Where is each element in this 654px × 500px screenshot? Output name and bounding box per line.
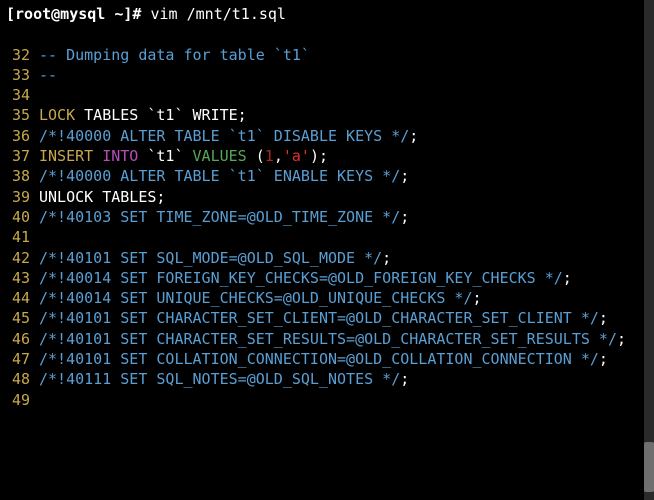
line-content: /*!40101 SET COLLATION_CONNECTION=@OLD_C…	[30, 349, 638, 369]
blank-row	[4, 24, 654, 44]
line-content: -- Dumping data for table `t1`	[30, 45, 638, 65]
line-number: 43	[4, 268, 30, 288]
line-number: 36	[4, 126, 30, 146]
line-content: /*!40014 SET FOREIGN_KEY_CHECKS=@OLD_FOR…	[30, 268, 638, 288]
syntax-token: 1	[265, 147, 274, 165]
syntax-token: INTO	[102, 147, 138, 165]
code-line: 38/*!40000 ALTER TABLE `t1` ENABLE KEYS …	[4, 166, 654, 186]
prompt-prefix: [root@mysql ~]#	[6, 5, 151, 23]
syntax-token: );	[310, 147, 328, 165]
syntax-token: -- Dumping data for table `t1`	[39, 46, 310, 64]
line-number: 39	[4, 187, 30, 207]
syntax-token: /*!40101 SET SQL_MODE=@OLD_SQL_MODE */	[39, 249, 382, 267]
code-line: 39 UNLOCK TABLES;	[4, 187, 654, 207]
syntax-token: ;	[400, 167, 409, 185]
code-line: 32 -- Dumping data for table `t1`	[4, 45, 654, 65]
syntax-token: /*!40111 SET SQL_NOTES=@OLD_SQL_NOTES */	[39, 370, 400, 388]
scrollbar-thumb[interactable]	[644, 442, 654, 492]
syntax-token: /*!40014 SET UNIQUE_CHECKS=@OLD_UNIQUE_C…	[39, 289, 472, 307]
syntax-token: /*!40000 ALTER TABLE `t1` DISABLE KEYS *…	[39, 127, 409, 145]
line-number: 34	[4, 85, 30, 105]
syntax-token: UNLOCK TABLES;	[39, 188, 165, 206]
syntax-token: VALUES	[193, 147, 247, 165]
code-line: 35LOCK TABLES `t1` WRITE;	[4, 105, 654, 125]
syntax-token: 'a'	[283, 147, 310, 165]
line-number: 46	[4, 329, 30, 349]
syntax-token: /*!40101 SET CHARACTER_SET_RESULTS=@OLD_…	[39, 330, 617, 348]
line-number: 49	[4, 390, 30, 410]
syntax-token	[93, 147, 102, 165]
line-number: 47	[4, 349, 30, 369]
terminal-window[interactable]: [root@mysql ~]# vim /mnt/t1.sql 32 -- Dum…	[0, 0, 654, 500]
line-number: 42	[4, 248, 30, 268]
line-number: 45	[4, 308, 30, 328]
line-content: /*!40101 SET CHARACTER_SET_CLIENT=@OLD_C…	[30, 308, 638, 328]
syntax-token: `t1`	[138, 147, 192, 165]
line-content: INSERT INTO `t1` VALUES (1,'a');	[30, 146, 638, 166]
line-content: /*!40103 SET TIME_ZONE=@OLD_TIME_ZONE */…	[30, 207, 638, 227]
syntax-token: ;	[400, 208, 409, 226]
code-line: 42/*!40101 SET SQL_MODE=@OLD_SQL_MODE */…	[4, 248, 654, 268]
line-content: /*!40014 SET UNIQUE_CHECKS=@OLD_UNIQUE_C…	[30, 288, 638, 308]
syntax-token: TABLES `t1` WRITE;	[75, 106, 247, 124]
syntax-token: ,	[274, 147, 283, 165]
line-content: /*!40000 ALTER TABLE `t1` ENABLE KEYS */…	[30, 166, 638, 186]
line-content: /*!40101 SET CHARACTER_SET_RESULTS=@OLD_…	[30, 329, 638, 349]
code-line: 47 /*!40101 SET COLLATION_CONNECTION=@OLD…	[4, 349, 654, 369]
code-line: 34	[4, 85, 654, 105]
syntax-token: ;	[563, 269, 572, 287]
code-line: 41	[4, 227, 654, 247]
line-content: LOCK TABLES `t1` WRITE;	[30, 105, 638, 125]
line-content: /*!40111 SET SQL_NOTES=@OLD_SQL_NOTES */…	[30, 369, 638, 389]
code-line: 36 /*!40000 ALTER TABLE `t1` DISABLE KEYS…	[4, 126, 654, 146]
code-line: 49	[4, 390, 654, 410]
code-line: 40/*!40103 SET TIME_ZONE=@OLD_TIME_ZONE …	[4, 207, 654, 227]
syntax-token: --	[39, 66, 57, 84]
syntax-token: /*!40014 SET FOREIGN_KEY_CHECKS=@OLD_FOR…	[39, 269, 563, 287]
code-line: 33 --	[4, 65, 654, 85]
syntax-token: INSERT	[39, 147, 93, 165]
code-line: 45 /*!40101 SET CHARACTER_SET_CLIENT=@OLD…	[4, 308, 654, 328]
syntax-token: ;	[382, 249, 391, 267]
syntax-token: ;	[599, 309, 608, 327]
syntax-token: ;	[400, 370, 409, 388]
code-line: 46 /*!40101 SET CHARACTER_SET_RESULTS=@OL…	[4, 329, 654, 349]
line-number: 37	[4, 146, 30, 166]
line-number: 33	[4, 65, 30, 85]
line-number: 40	[4, 207, 30, 227]
syntax-token: ;	[472, 289, 481, 307]
syntax-token: LOCK	[39, 106, 75, 124]
code-line: 48/*!40111 SET SQL_NOTES=@OLD_SQL_NOTES …	[4, 369, 654, 389]
shell-prompt: [root@mysql ~]# vim /mnt/t1.sql	[4, 4, 654, 24]
line-content: /*!40000 ALTER TABLE `t1` DISABLE KEYS *…	[30, 126, 638, 146]
line-number: 38	[4, 166, 30, 186]
syntax-token: ;	[599, 350, 608, 368]
code-line: 43 /*!40014 SET FOREIGN_KEY_CHECKS=@OLD_F…	[4, 268, 654, 288]
line-content: /*!40101 SET SQL_MODE=@OLD_SQL_MODE */;	[30, 248, 638, 268]
line-number: 48	[4, 369, 30, 389]
syntax-token: /*!40101 SET COLLATION_CONNECTION=@OLD_C…	[39, 350, 599, 368]
line-number: 44	[4, 288, 30, 308]
line-number: 35	[4, 105, 30, 125]
line-number: 32	[4, 45, 30, 65]
syntax-token: ;	[617, 330, 626, 348]
line-content: --	[30, 65, 638, 85]
line-number: 41	[4, 227, 30, 247]
syntax-token: /*!40101 SET CHARACTER_SET_CLIENT=@OLD_C…	[39, 309, 599, 327]
line-content: UNLOCK TABLES;	[30, 187, 638, 207]
code-line: 44 /*!40014 SET UNIQUE_CHECKS=@OLD_UNIQUE…	[4, 288, 654, 308]
syntax-token: (	[247, 147, 265, 165]
scrollbar-track[interactable]	[644, 0, 654, 500]
syntax-token: ;	[409, 127, 418, 145]
syntax-token: /*!40000 ALTER TABLE `t1` ENABLE KEYS */	[39, 167, 400, 185]
syntax-token: /*!40103 SET TIME_ZONE=@OLD_TIME_ZONE */	[39, 208, 400, 226]
prompt-command: vim /mnt/t1.sql	[151, 5, 286, 23]
editor-body[interactable]: 32 -- Dumping data for table `t1` 33 -- 3435…	[4, 45, 654, 410]
code-line: 37INSERT INTO `t1` VALUES (1,'a');	[4, 146, 654, 166]
